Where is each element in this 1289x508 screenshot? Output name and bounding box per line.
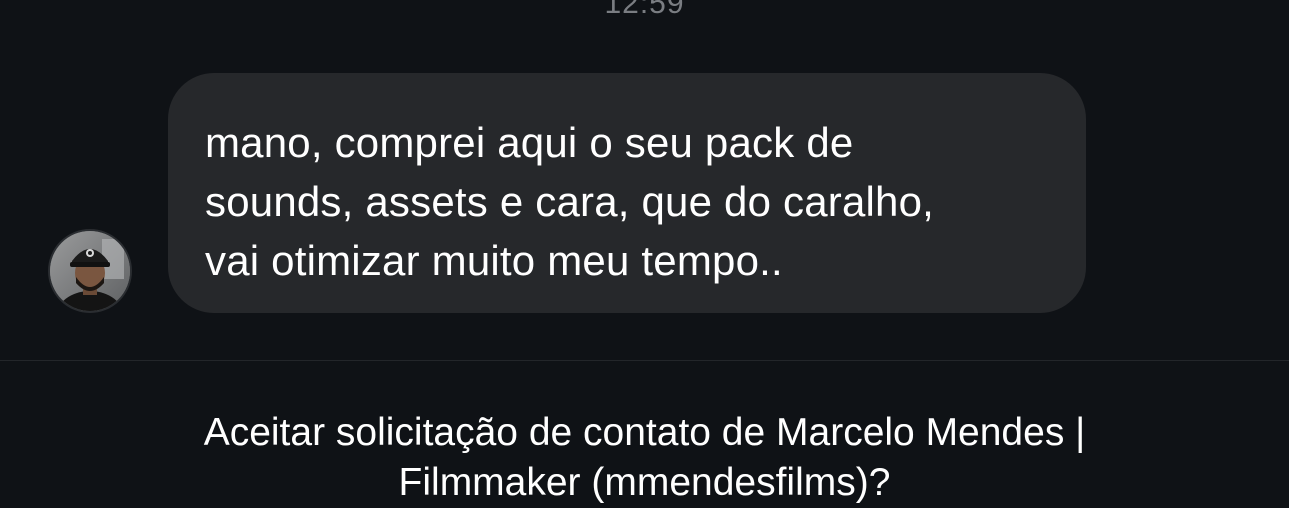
message-bubble[interactable]: mano, comprei aqui o seu pack de sounds,… <box>168 73 1086 313</box>
contact-request-prompt: Aceitar solicitação de contato de Marcel… <box>203 411 1086 504</box>
message-text: mano, comprei aqui o seu pack de sounds,… <box>205 119 935 284</box>
divider <box>0 360 1289 361</box>
message-timestamp: 12:59 <box>604 0 685 20</box>
sender-avatar[interactable] <box>48 229 132 313</box>
avatar-photo <box>50 231 130 311</box>
